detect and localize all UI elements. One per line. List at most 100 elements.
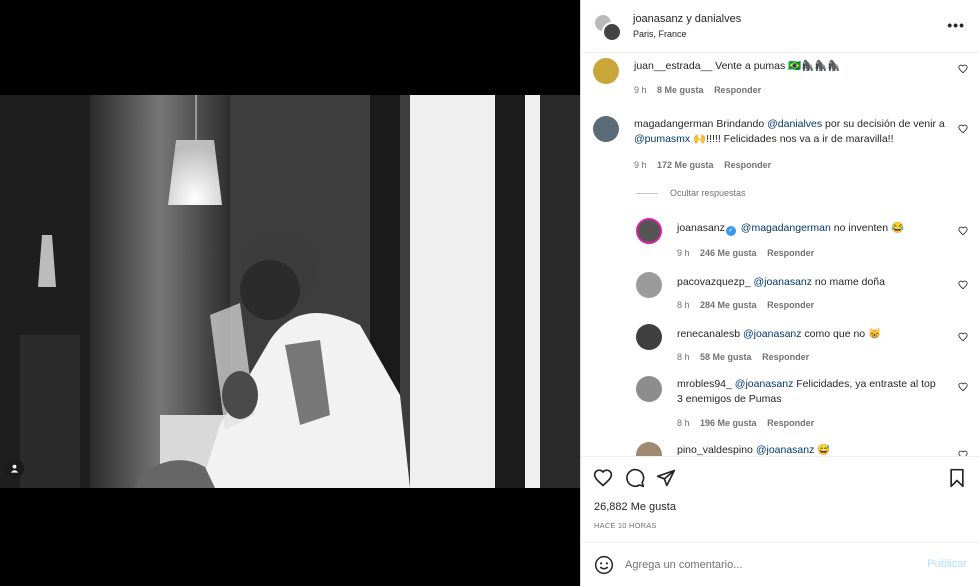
reply-item: pino_valdespino @joanasanz 😅 [581,438,979,456]
comment-body: como que no 😸 [801,328,882,340]
comment-body: Brindando [716,118,768,130]
comment-time[interactable]: 9 h [634,160,647,170]
reply-item: mrobles94_ @joanasanz Felicidades, ya en… [581,372,979,436]
comment-text: mrobles94_ @joanasanz Felicidades, ya en… [677,377,937,407]
comment-time[interactable]: 8 h [677,418,690,428]
reply-item: renecanalesb @joanasanz como que no 😸 8 … [581,320,979,370]
heart-icon[interactable] [958,124,968,134]
comment-body: 🙌!!!!! Felicidades nos va a ir de maravi… [690,133,894,145]
comment-meta: 9 h 246 Me gusta Responder [677,248,822,258]
reply-item: joanasanz ✓ @magadangerman no inventen 😂 … [581,214,979,264]
comment-username[interactable]: magadangerman [634,118,713,130]
bookmark-icon[interactable] [947,468,967,488]
share-send-icon[interactable] [656,468,676,488]
comment-text: pacovazquezp_ @joanasanz no mame doña [677,275,947,290]
comment-likes[interactable]: 8 Me gusta [657,85,704,95]
reply-button[interactable]: Responder [767,300,814,310]
comment-text: pino_valdespino @joanasanz 😅 [677,443,947,456]
comment-username[interactable]: pino_valdespino [677,444,753,456]
photo-illustration [0,95,580,488]
avatar[interactable] [636,376,662,402]
post-header: joanasanz y danialves Paris, France ••• [581,0,979,53]
avatar[interactable] [636,218,662,244]
hide-replies-label: Ocultar respuestas [670,188,746,198]
reply-button[interactable]: Responder [724,160,771,170]
post-side-panel: joanasanz y danialves Paris, France ••• … [580,0,979,586]
collab-avatars[interactable] [593,13,622,42]
comment-text: joanasanz ✓ @magadangerman no inventen 😂 [677,221,947,236]
comment-likes[interactable]: 58 Me gusta [700,352,752,362]
more-options-icon[interactable]: ••• [947,17,965,33]
post-photo[interactable] [0,95,580,488]
avatar[interactable] [636,272,662,298]
comment-text: magadangerman Brindando @danialves por s… [634,117,952,147]
comment-body: por su decisión de venir a [822,118,945,130]
avatar[interactable] [593,58,619,84]
comment-username[interactable]: joanasanz [677,222,725,234]
comment-time[interactable]: 9 h [634,85,647,95]
comment-username[interactable]: renecanalesb [677,328,740,340]
comment-input[interactable] [625,556,915,574]
post-actions: 26,882 Me gusta HACE 10 HORAS [581,456,979,546]
comment-text: renecanalesb @joanasanz como que no 😸 [677,327,947,342]
like-heart-icon[interactable] [593,468,613,488]
verified-badge-icon: ✓ [725,226,736,236]
comment-likes[interactable]: 284 Me gusta [700,300,757,310]
comment-body: 😅 [814,444,831,456]
hide-replies-button[interactable]: Ocultar respuestas [636,188,746,198]
heart-icon[interactable] [958,280,968,290]
mention-link[interactable]: @joanasanz [756,444,815,456]
avatar[interactable] [593,116,619,142]
post-media [0,0,580,586]
divider [636,192,658,194]
reply-button[interactable]: Responder [714,85,761,95]
comment-username[interactable]: juan__estrada__ [634,60,712,72]
comment-meta: 8 h 284 Me gusta Responder [677,300,822,310]
mention-link[interactable]: @joanasanz [743,328,802,340]
post-location[interactable]: Paris, France [633,29,687,39]
comment-bubble-icon[interactable] [625,468,645,488]
reply-button[interactable]: Responder [767,418,814,428]
mention-link[interactable]: @pumasmx [634,133,690,145]
comment-likes[interactable]: 246 Me gusta [700,248,757,258]
comment-meta: 8 h 58 Me gusta Responder [677,352,817,362]
reply-item: pacovazquezp_ @joanasanz no mame doña 8 … [581,268,979,318]
likes-count[interactable]: 26,882 Me gusta [594,501,676,513]
post-authors[interactable]: joanasanz y danialves [633,13,741,25]
comment-item: magadangerman Brindando @danialves por s… [581,112,979,182]
mention-link[interactable]: @joanasanz [753,276,812,288]
comment-likes[interactable]: 172 Me gusta [657,160,714,170]
add-comment-bar: Publicar [581,542,979,586]
reply-button[interactable]: Responder [762,352,809,362]
comments-list[interactable]: juan__estrada__ Vente a pumas 🇧🇷🦍🦍🦍 9 h … [581,54,979,456]
avatar[interactable] [636,324,662,350]
person-icon [10,464,19,473]
heart-icon[interactable] [958,226,968,236]
comment-meta: 9 h 172 Me gusta Responder [634,160,779,170]
emoji-icon[interactable] [594,555,614,575]
mention-link[interactable]: @danialves [767,118,822,130]
comment-likes[interactable]: 196 Me gusta [700,418,757,428]
heart-icon[interactable] [958,332,968,342]
comment-time[interactable]: 9 h [677,248,690,258]
comment-body: no inventen 😂 [830,222,905,234]
avatar [602,22,622,42]
mention-link[interactable]: @joanasanz [735,378,794,390]
comment-item: juan__estrada__ Vente a pumas 🇧🇷🦍🦍🦍 9 h … [581,54,979,104]
comment-body: no mame doña [812,276,885,288]
comment-time[interactable]: 8 h [677,352,690,362]
heart-icon[interactable] [958,382,968,392]
publish-button[interactable]: Publicar [927,558,967,570]
user-tag-button[interactable] [5,459,24,478]
avatar[interactable] [636,442,662,456]
comment-username[interactable]: pacovazquezp_ [677,276,751,288]
comment-meta: 9 h 8 Me gusta Responder [634,85,769,95]
mention-link[interactable]: @magadangerman [741,222,831,234]
comment-meta: 8 h 196 Me gusta Responder [677,418,822,428]
reply-button[interactable]: Responder [767,248,814,258]
post-timestamp[interactable]: HACE 10 HORAS [594,521,657,530]
comment-body: Vente a pumas 🇧🇷🦍🦍🦍 [715,60,841,72]
heart-icon[interactable] [958,64,968,74]
comment-username[interactable]: mrobles94_ [677,378,732,390]
comment-time[interactable]: 8 h [677,300,690,310]
